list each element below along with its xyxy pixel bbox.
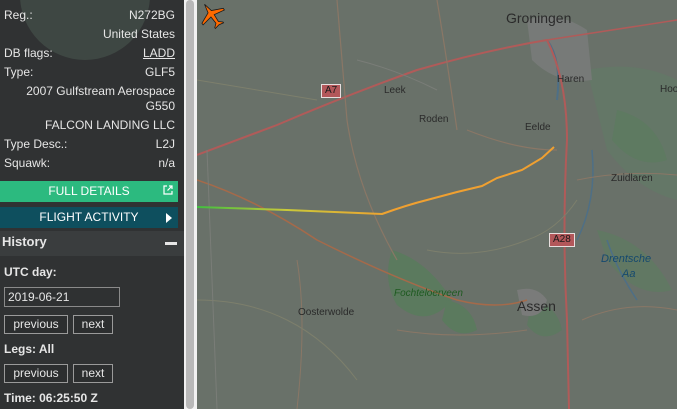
squawk-row: Squawk: n/a — [4, 154, 175, 172]
squawk-value: n/a — [158, 156, 175, 170]
reg-row: Reg.: N272BG — [4, 6, 175, 24]
type-value: GLF5 — [144, 65, 175, 79]
owner-value: FALCON LANDING LLC — [44, 118, 175, 132]
dbflags-link[interactable]: LADD — [143, 44, 175, 62]
map-label-assen: Assen — [517, 298, 556, 314]
map-label-eelde: Eelde — [525, 122, 551, 133]
map-label-fochteloerveen: Fochteloerveen — [394, 288, 463, 299]
legs-next-button[interactable]: next — [73, 364, 113, 383]
map-label-leek: Leek — [384, 85, 406, 96]
history-header[interactable]: History — [0, 231, 184, 256]
map-view[interactable]: Groningen Haren Hoo Leek Roden Eelde Zui… — [197, 0, 677, 409]
model-line1: 2007 Gulfstream Aerospace — [26, 84, 175, 98]
typedesc-label: Type Desc.: — [4, 137, 68, 151]
day-next-button[interactable]: next — [73, 315, 113, 334]
map-label-aa: Aa — [622, 268, 636, 280]
chevron-right-icon — [166, 213, 172, 223]
aircraft-icon[interactable] — [197, 0, 227, 30]
flight-activity-button[interactable]: FLIGHT ACTIVITY — [0, 207, 178, 228]
map-label-groningen: Groningen — [506, 10, 572, 26]
full-details-button[interactable]: FULL DETAILS — [0, 181, 178, 202]
history-title: History — [2, 234, 47, 249]
date-input[interactable] — [4, 287, 120, 307]
map-label-roden: Roden — [419, 114, 449, 125]
typedesc-value: L2J — [155, 137, 175, 151]
type-label: Type: — [4, 65, 34, 79]
map-label-hoo: Hoo — [660, 84, 677, 95]
map-label-zuidlaren: Zuidlaren — [611, 173, 653, 184]
country-value: United States — [102, 27, 175, 41]
external-link-icon — [163, 185, 173, 195]
legs-previous-button[interactable]: previous — [4, 364, 68, 383]
reg-label: Reg.: — [4, 8, 33, 22]
map-label-oosterwolde: Oosterwolde — [298, 307, 355, 318]
road-shield-a7: A7 — [321, 84, 342, 98]
sidebar-scrollbar-thumb[interactable] — [186, 0, 194, 409]
dbflags-row: DB flags: LADD — [4, 44, 175, 62]
typedesc-row: Type Desc.: L2J — [4, 135, 175, 153]
road-shield-a28: A28 — [549, 233, 575, 247]
map-label-haren: Haren — [557, 74, 585, 85]
collapse-minus-icon[interactable] — [165, 242, 177, 245]
aircraft-sidebar: Reg.: N272BG United States DB flags: LAD… — [0, 0, 184, 409]
full-details-label: FULL DETAILS — [48, 184, 130, 198]
legs-label: Legs: All — [4, 342, 55, 356]
squawk-label: Squawk: — [4, 156, 51, 170]
type-row: Type: GLF5 — [4, 63, 175, 81]
time-label: Time: 06:25:50 Z — [4, 391, 98, 405]
model-line2: G550 — [145, 99, 175, 113]
map-label-drentsche: Drentsche — [601, 253, 652, 265]
day-previous-button[interactable]: previous — [4, 315, 68, 334]
utc-day-label: UTC day: — [4, 265, 57, 279]
map-canvas — [197, 0, 677, 409]
reg-value: N272BG — [128, 8, 175, 22]
flight-activity-label: FLIGHT ACTIVITY — [39, 210, 139, 224]
dbflags-label: DB flags: — [4, 46, 53, 60]
